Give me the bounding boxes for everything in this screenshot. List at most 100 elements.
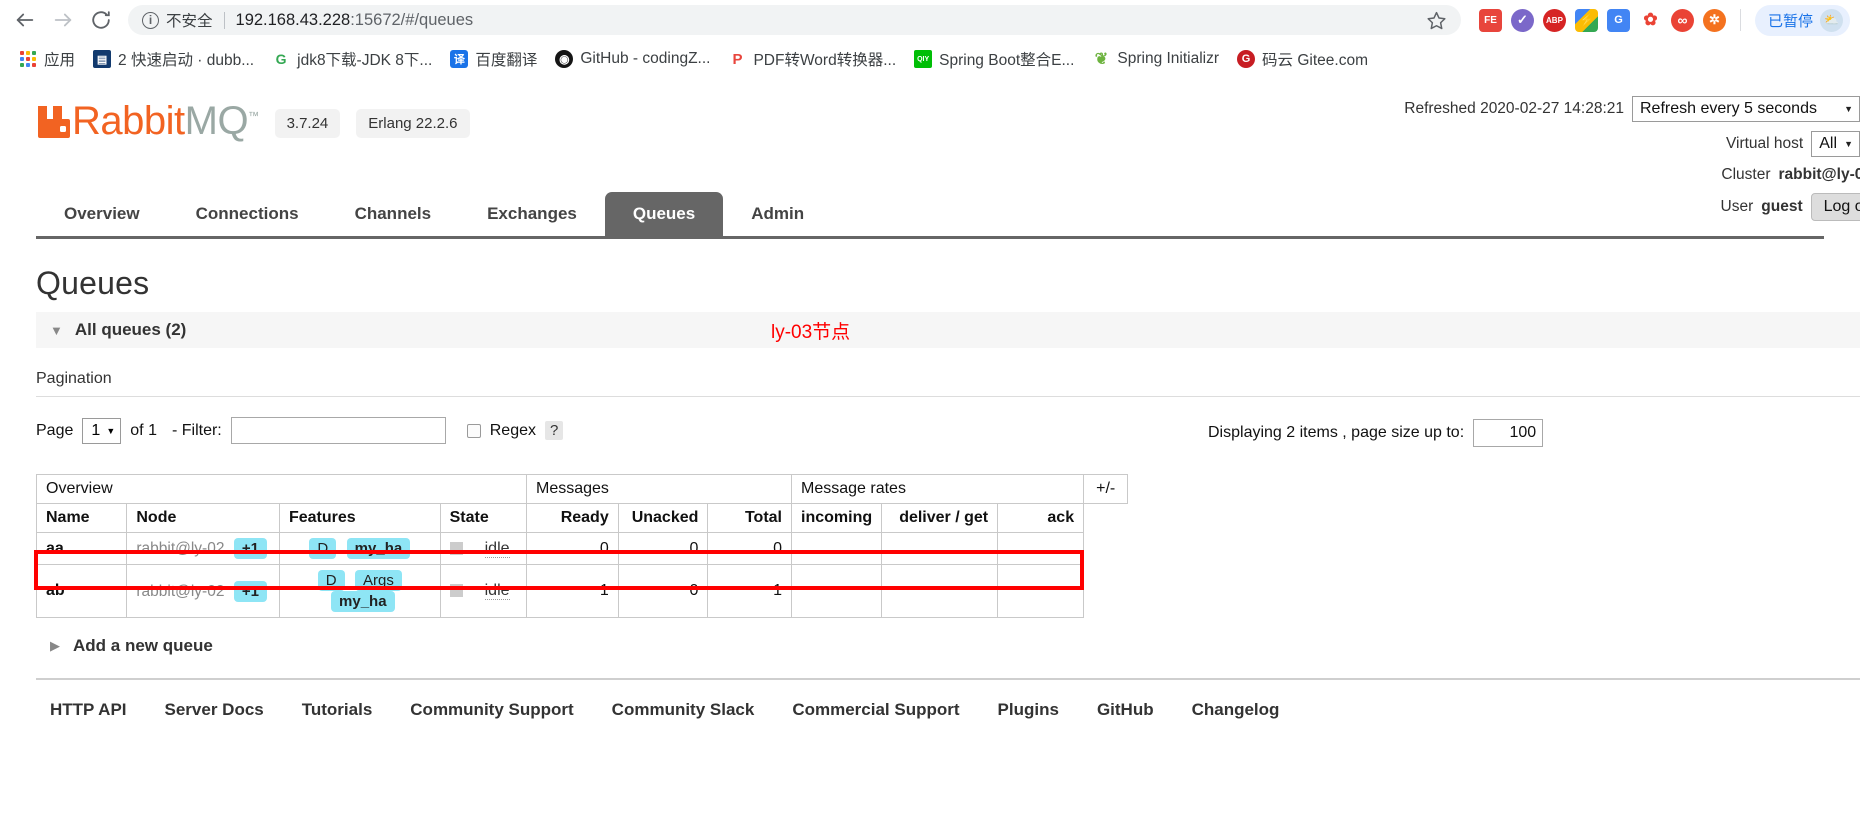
footer-link-plugins[interactable]: Plugins (998, 700, 1059, 720)
bookmark-item-1[interactable]: G jdk8下载-JDK 8下... (263, 44, 441, 74)
col-deliver-get[interactable]: deliver / get (881, 503, 999, 533)
section-header-filler (1086, 312, 1860, 348)
pagination-controls: Page 1 of 1 - Filter: Regex ? Displaying… (36, 417, 1860, 447)
cell-name[interactable]: aa (35, 532, 128, 565)
tab-admin[interactable]: Admin (723, 192, 832, 236)
regex-label: Regex (489, 421, 536, 439)
bookmark-apps[interactable]: 应用 (10, 44, 84, 74)
weather-cloud-sun-icon[interactable]: ⛅ (1820, 8, 1843, 32)
refresh-interval-select[interactable]: Refresh every 5 seconds (1632, 96, 1860, 122)
browser-toolbar: i 不安全 192.168.43.228 :15672/#/queues FE … (0, 0, 1860, 40)
checkmark-extension-icon[interactable]: ✓ (1510, 8, 1534, 32)
col-unacked[interactable]: Unacked (617, 503, 709, 533)
bookmark-item-4[interactable]: P PDF转Word转换器... (719, 44, 905, 74)
forward-arrow-icon[interactable] (44, 1, 82, 39)
bookmark-label-6: Spring Initializr (1117, 50, 1220, 67)
cell-deliver-get (881, 532, 999, 565)
filter-input[interactable] (230, 417, 446, 444)
page-number-select[interactable]: 1 (82, 417, 122, 444)
paused-status-chip[interactable]: 已暂停 ⛅ (1754, 4, 1850, 36)
cell-total: 1 (707, 564, 792, 618)
vhost-row: Virtual host All (1404, 131, 1860, 157)
table-row[interactable]: ab rabbit@ly-02 +1 D Args my_ha idle 1 0… (35, 564, 1085, 618)
bookmark-item-7[interactable]: G 码云 Gitee.com (1228, 44, 1377, 74)
extension-toolbar: FE ✓ ABP ⚡ G ✿ ∞ ✲ 已暂停 ⛅ (1469, 4, 1854, 36)
adblock-plus-extension-icon[interactable]: ABP (1542, 8, 1566, 32)
footer-link-github[interactable]: GitHub (1097, 700, 1154, 720)
col-incoming[interactable]: incoming (790, 503, 883, 533)
book-icon: ▤ (93, 50, 112, 68)
node-extra-chip[interactable]: +1 (233, 580, 268, 602)
page-word-label: Page (36, 421, 74, 439)
page-of-label: of 1 (130, 421, 157, 439)
bookmarks-bar: 应用 ▤ 2 快速启动 · dubb... G jdk8下载-JDK 8下...… (0, 40, 1860, 78)
page-size-input[interactable]: 100 (1473, 419, 1544, 447)
site-info-icon[interactable]: i (142, 11, 159, 29)
google-docs-quick-extension-icon[interactable]: ⚡ (1574, 8, 1598, 32)
chrome-green-icon: G (275, 51, 287, 67)
footer-link-http-api[interactable]: HTTP API (50, 700, 127, 720)
reload-icon[interactable] (82, 1, 120, 39)
pagination-label: Pagination (36, 370, 112, 387)
tab-overview[interactable]: Overview (36, 192, 168, 236)
toolbar-divider (1739, 9, 1741, 31)
cell-unacked: 0 (617, 532, 709, 565)
footer-link-community-slack[interactable]: Community Slack (612, 700, 755, 720)
col-ready[interactable]: Ready (526, 503, 619, 533)
tab-connections[interactable]: Connections (168, 192, 327, 236)
bookmark-item-5[interactable]: QIY Spring Boot整合E... (905, 44, 1083, 74)
bookmark-label-7: 码云 Gitee.com (1262, 52, 1368, 69)
table-row[interactable]: aa rabbit@ly-02 +1 D my_ha idle 0 0 0 (35, 532, 1085, 565)
col-node[interactable]: Node (126, 503, 280, 533)
footer-link-commercial-support[interactable]: Commercial Support (792, 700, 959, 720)
col-total[interactable]: Total (707, 503, 792, 533)
bookmark-item-0[interactable]: ▤ 2 快速启动 · dubb... (84, 44, 263, 74)
regex-checkbox[interactable] (466, 423, 481, 438)
bookmark-item-2[interactable]: 译 百度翻译 (441, 44, 546, 74)
displaying-items-label: Displaying 2 items , page size up to: (1208, 424, 1465, 441)
add-new-queue-section[interactable]: ▶ Add a new queue (36, 636, 1860, 656)
regex-help-icon[interactable]: ? (545, 421, 564, 440)
col-name[interactable]: Name (35, 503, 128, 533)
logo-tm-mark: ™ (248, 110, 259, 123)
tab-exchanges[interactable]: Exchanges (459, 192, 605, 236)
col-state[interactable]: State (439, 503, 528, 533)
bookmark-item-3[interactable]: ◉ GitHub - codingZ... (546, 46, 719, 72)
footer-link-community-support[interactable]: Community Support (410, 700, 573, 720)
bookmark-label-4: PDF转Word转换器... (753, 52, 897, 69)
chevron-right-icon[interactable]: ▶ (50, 638, 60, 654)
footer-link-server-docs[interactable]: Server Docs (165, 700, 264, 720)
node-extra-chip[interactable]: +1 (233, 538, 268, 559)
all-queues-section-header[interactable]: ▼ All queues (2) ly-03节点 (36, 312, 1860, 348)
col-features[interactable]: Features (278, 503, 441, 533)
footer-link-tutorials[interactable]: Tutorials (302, 700, 373, 720)
orange-circle-extension-icon[interactable]: ✲ (1702, 8, 1726, 32)
footer-link-changelog[interactable]: Changelog (1192, 700, 1280, 720)
version-badge: 3.7.24 (274, 109, 341, 138)
security-status-label: 不安全 (166, 13, 213, 30)
photos-pinwheel-extension-icon[interactable]: ✿ (1638, 8, 1662, 32)
bookmark-star-icon[interactable] (1418, 10, 1447, 31)
bookmark-label-0: 2 快速启动 · dubb... (118, 52, 255, 69)
vhost-select[interactable]: All (1811, 131, 1860, 157)
tab-channels[interactable]: Channels (327, 192, 460, 236)
fe-helper-extension-icon[interactable]: FE (1478, 8, 1502, 32)
address-bar[interactable]: i 不安全 192.168.43.228 :15672/#/queues (128, 5, 1461, 35)
apps-grid-icon (19, 50, 37, 68)
spring-leaf-icon: ❦ (1094, 51, 1109, 68)
bookmark-item-6[interactable]: ❦ Spring Initializr (1083, 46, 1228, 72)
table-group-header-row: Overview Messages Message rates (36, 474, 1085, 504)
iqiyi-icon: QIY (914, 50, 933, 68)
google-translate-extension-icon[interactable]: G (1606, 8, 1630, 32)
back-arrow-icon[interactable] (6, 1, 44, 39)
column-toggle-button[interactable]: +/- (1083, 474, 1129, 504)
col-ack[interactable]: ack (997, 503, 1085, 533)
cell-state: idle (439, 532, 528, 565)
cell-state: idle (439, 564, 528, 618)
omnibox-divider (223, 11, 225, 29)
chevron-down-icon[interactable]: ▼ (50, 323, 63, 338)
infinity-extension-icon[interactable]: ∞ (1670, 8, 1694, 32)
rabbitmq-logo[interactable]: RabbitMQ™ (36, 100, 259, 142)
cell-name[interactable]: ab (35, 564, 128, 618)
tab-queues[interactable]: Queues (604, 192, 724, 236)
